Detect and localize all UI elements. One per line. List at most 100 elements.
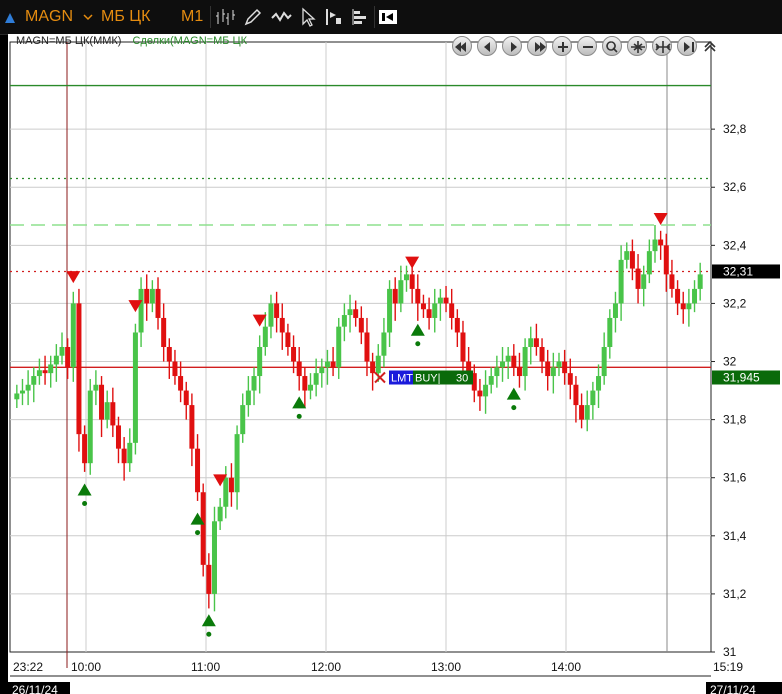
candle-body	[53, 355, 59, 365]
candle-body	[381, 332, 387, 356]
candle-body	[528, 338, 534, 347]
order-price-label: 31,945	[723, 371, 760, 385]
candle-body	[375, 355, 381, 374]
last-price-label: 32,31	[723, 264, 753, 278]
candle-body	[70, 303, 76, 368]
histogram-icon[interactable]	[349, 6, 371, 28]
candle-body	[500, 361, 506, 368]
candle-body	[505, 355, 511, 362]
order-side-label: BUY|	[415, 373, 440, 385]
buy-marker-dot	[296, 413, 302, 419]
scroll-last-button[interactable]	[527, 36, 547, 56]
trades-series-label: Сделки(MAGN=МБ ЦК	[132, 35, 248, 47]
candle-body	[426, 309, 432, 318]
candle-body	[324, 361, 330, 368]
timeframe-label[interactable]: M1	[181, 6, 203, 28]
start-date-label: 26/11/24	[12, 683, 58, 694]
pencil-icon[interactable]	[242, 6, 264, 28]
buy-marker-dot	[511, 405, 517, 411]
chart-toolbar: MAGN МБ ЦК M1	[0, 0, 782, 35]
x-first-time-label: 23:22	[13, 660, 43, 674]
candle-body	[330, 361, 336, 368]
candle-body	[494, 367, 500, 377]
crossed-ticks-icon[interactable]	[270, 6, 292, 28]
candle-body	[511, 355, 517, 368]
candle-body	[590, 390, 596, 406]
candle-body	[624, 251, 630, 260]
candle-body	[274, 303, 280, 318]
cursor-icon[interactable]	[298, 6, 320, 28]
candle-body	[285, 332, 291, 347]
candle-body	[200, 492, 206, 565]
candle-body	[404, 274, 410, 281]
candle-body	[223, 477, 229, 507]
toolbar-divider	[210, 6, 211, 28]
y-tick-label: 32,4	[723, 238, 747, 252]
buy-marker-dot	[82, 501, 88, 507]
buy-marker-dot	[206, 631, 212, 637]
candle-body	[115, 425, 121, 449]
chart-header: MAGN=МБ ЦК(ММК) Сделки(MAGN=МБ ЦК	[16, 35, 247, 47]
zoom-fit-button[interactable]	[602, 36, 622, 56]
candle-body	[296, 361, 302, 377]
candle-body	[99, 384, 105, 420]
candle-body	[680, 303, 686, 310]
candle-body	[641, 274, 647, 289]
zoom-out-button[interactable]	[577, 36, 597, 56]
candle-body	[245, 390, 251, 406]
candle-body	[562, 361, 568, 374]
y-tick-label: 32,8	[723, 122, 747, 136]
scroll-first-button[interactable]	[452, 36, 472, 56]
x-tick-label: 11:00	[191, 660, 220, 674]
compress-button[interactable]	[627, 36, 647, 56]
collapse-button[interactable]	[700, 36, 720, 56]
zoom-in-button[interactable]	[552, 36, 572, 56]
go-end-button[interactable]	[677, 36, 697, 56]
buy-marker-dot	[195, 530, 201, 536]
board-label[interactable]: МБ ЦК	[101, 6, 150, 28]
candle-body	[307, 384, 313, 391]
candle-body	[65, 347, 71, 368]
candle-body	[522, 347, 528, 377]
candle-body	[618, 259, 624, 304]
chart-canvas[interactable]: 32,8 32,6 32,4 32,2 32 31,8 31,6 31,4 31,2 31 10:0…	[8, 34, 782, 694]
candle-body	[313, 373, 319, 385]
trade-window-icon[interactable]	[377, 6, 399, 28]
candles-icon[interactable]	[214, 6, 236, 28]
candle-body	[629, 251, 635, 269]
candle-body	[155, 288, 161, 318]
candle-body	[149, 288, 155, 304]
ticker-label[interactable]: MAGN	[25, 6, 73, 28]
candle-body	[138, 288, 144, 333]
candle-body	[217, 506, 223, 522]
x-tick-label: 10:00	[71, 660, 101, 674]
candle-body	[573, 384, 579, 406]
candle-body	[234, 434, 240, 493]
instrument-label: MAGN=МБ ЦК(ММК)	[16, 35, 122, 47]
candle-body	[635, 268, 641, 289]
chevron-down-icon[interactable]	[81, 6, 95, 28]
candle-body	[432, 303, 438, 318]
candle-body	[189, 405, 195, 449]
candle-body	[533, 338, 539, 347]
candle-body	[14, 393, 20, 400]
candle-body	[353, 309, 359, 318]
candle-body	[607, 317, 613, 347]
scroll-right-button[interactable]	[502, 36, 522, 56]
scroll-left-button[interactable]	[477, 36, 497, 56]
candle-body	[483, 384, 489, 397]
x-last-time-label: 15:19	[713, 660, 743, 674]
candle-body	[460, 332, 466, 362]
candle-body	[612, 303, 618, 318]
expand-button[interactable]	[652, 36, 672, 56]
candle-body	[251, 376, 257, 391]
candle-body	[556, 361, 562, 368]
candle-body	[195, 448, 201, 493]
candle-body	[477, 390, 483, 397]
candle-body	[25, 384, 31, 391]
candle-body	[166, 347, 172, 362]
candle-body	[409, 274, 415, 289]
bar-indicator-icon[interactable]	[322, 6, 344, 28]
candle-body	[172, 361, 178, 377]
candle-body	[319, 367, 325, 374]
